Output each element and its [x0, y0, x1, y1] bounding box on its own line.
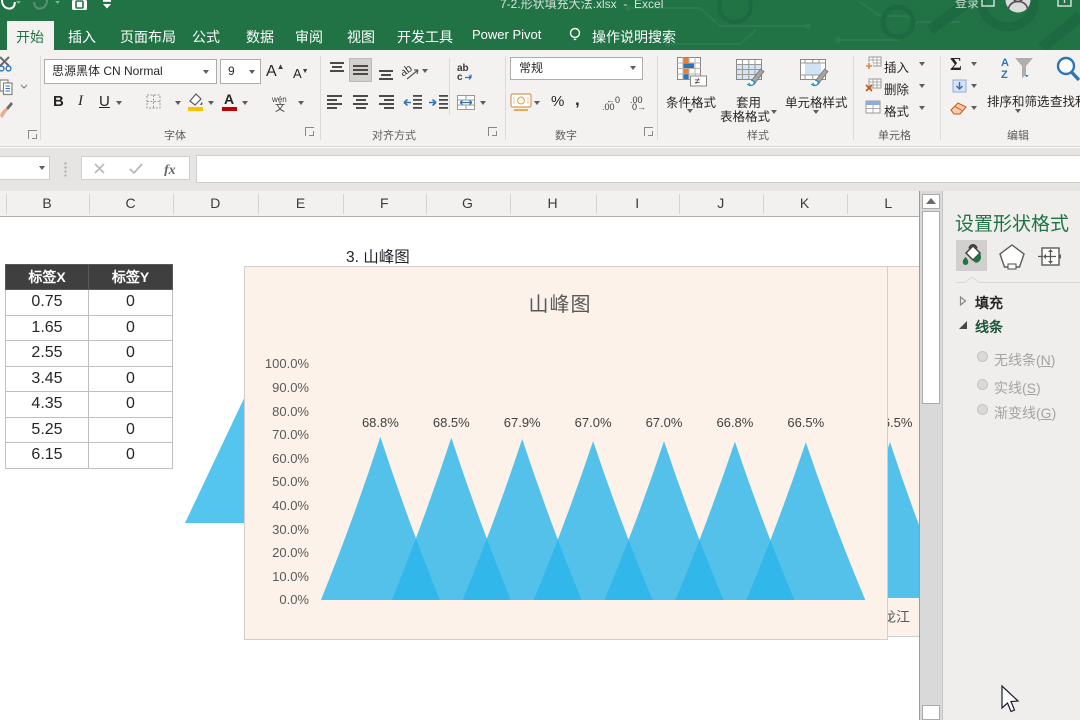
svg-text:fx: fx [164, 163, 176, 176]
svg-text:ab: ab [402, 62, 415, 79]
svg-text:Z: Z [1001, 69, 1008, 81]
svg-text:0→: 0→ [632, 102, 646, 111]
svg-text:≠: ≠ [695, 77, 701, 88]
svg-text:.00: .00 [602, 102, 615, 111]
svg-text:文: 文 [275, 101, 285, 112]
svg-text:c: c [457, 72, 463, 81]
svg-text:A: A [1001, 57, 1009, 69]
